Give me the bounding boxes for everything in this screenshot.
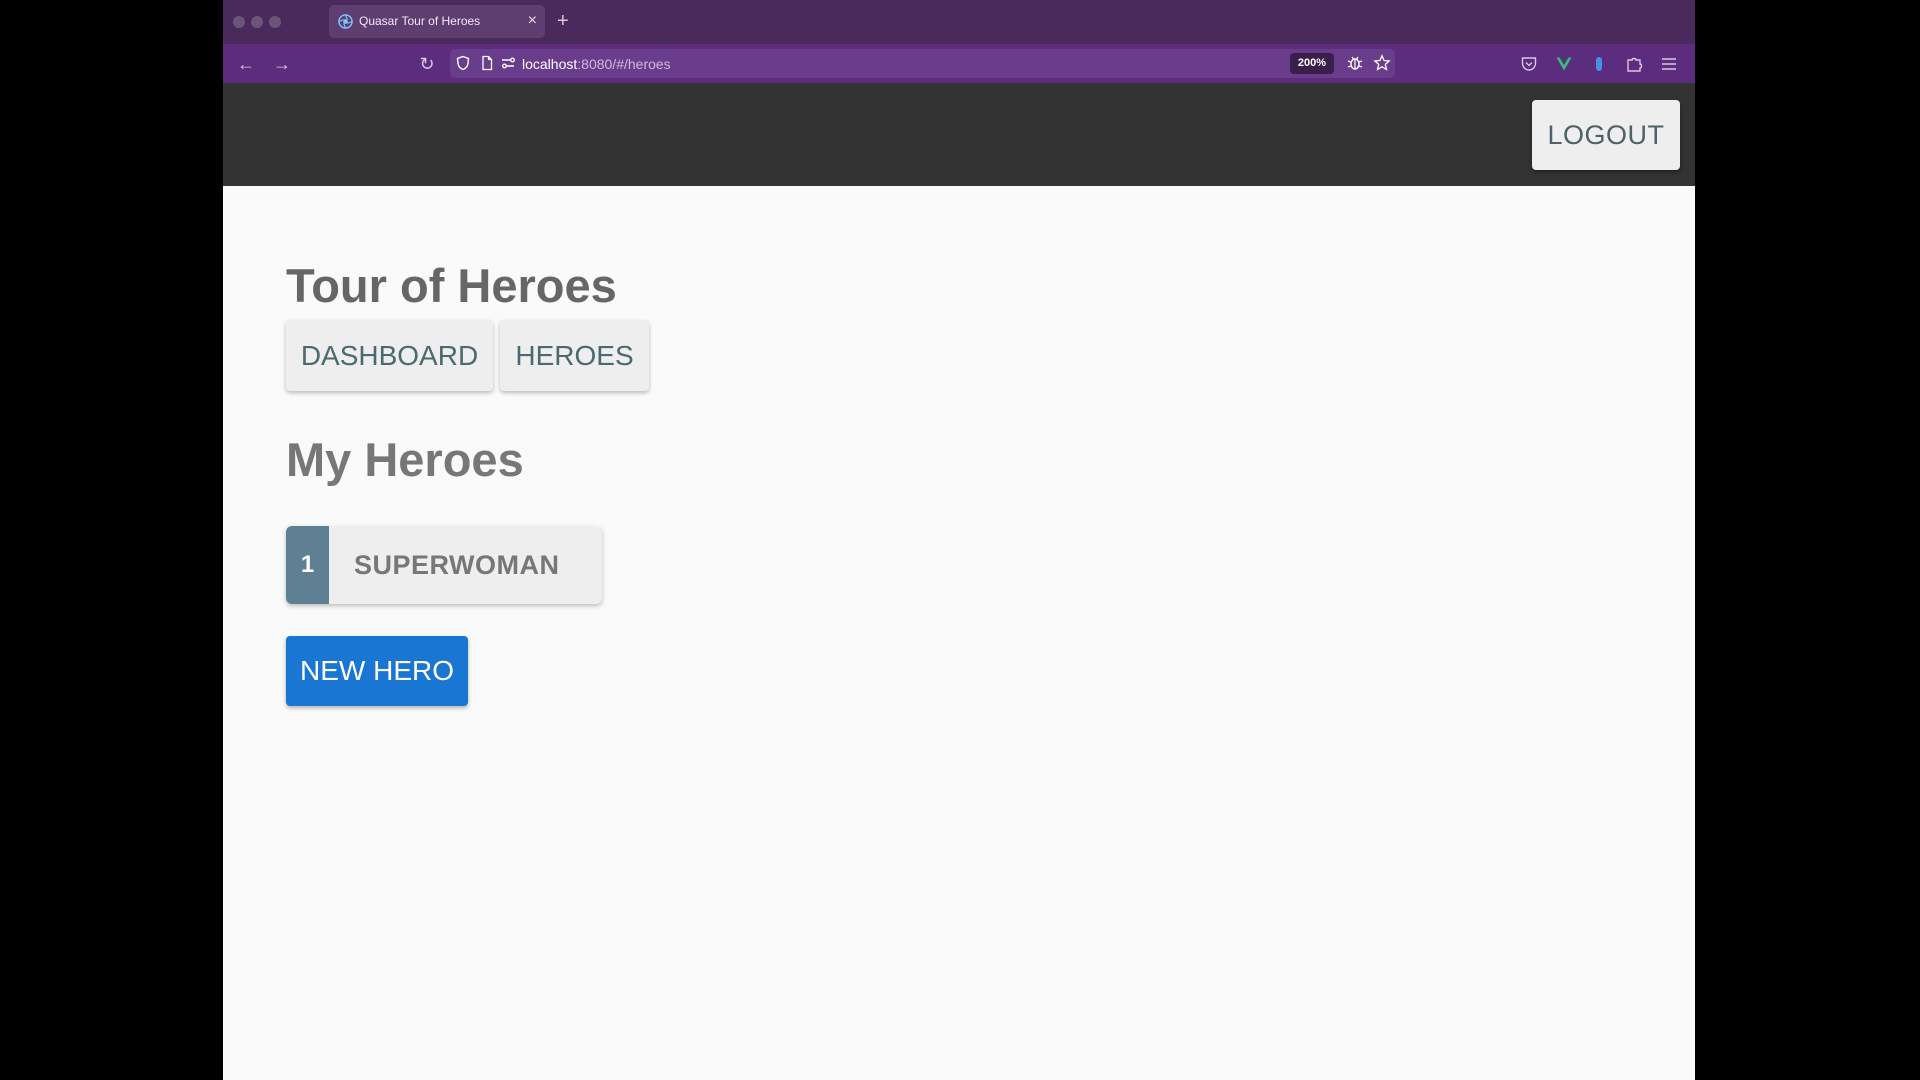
heroes-nav-button[interactable]: HEROES xyxy=(500,320,649,391)
browser-nav-bar: ← → ↻ localhost:8080/#/heroes 200% xyxy=(223,44,1695,83)
hamburger-menu-icon[interactable] xyxy=(1660,55,1678,73)
app-header: LOGOUT xyxy=(223,83,1695,186)
tab-title: Quasar Tour of Heroes xyxy=(359,14,481,28)
hero-id-badge: 1 xyxy=(286,526,329,604)
my-heroes-heading: My Heroes xyxy=(286,433,524,486)
url-host: localhost xyxy=(522,56,578,72)
bookmark-star-icon[interactable] xyxy=(1373,54,1391,72)
extension-bug-icon[interactable] xyxy=(1346,54,1364,72)
page-title: Tour of Heroes xyxy=(286,259,617,312)
page-content: Tour of Heroes DASHBOARD HEROES My Heroe… xyxy=(223,186,1695,1080)
browser-window: Quasar Tour of Heroes × + ← → ↻ localhos… xyxy=(223,0,1695,1080)
close-tab-icon[interactable]: × xyxy=(528,11,537,31)
back-arrow-icon[interactable]: ← xyxy=(234,52,258,76)
new-hero-button[interactable]: NEW HERO xyxy=(286,636,468,706)
hero-name: SUPERWOMAN xyxy=(354,550,560,580)
window-maximize-dot[interactable] xyxy=(269,16,281,28)
hero-list-item[interactable]: 1 SUPERWOMAN xyxy=(286,526,602,604)
url-path: :8080/#/heroes xyxy=(577,56,671,72)
window-close-dot[interactable] xyxy=(233,16,245,28)
pocket-icon[interactable] xyxy=(1520,55,1538,73)
password-manager-icon[interactable] xyxy=(1590,55,1608,73)
permissions-icon[interactable] xyxy=(500,55,516,71)
url-text[interactable]: localhost:8080/#/heroes xyxy=(522,56,671,72)
window-minimize-dot[interactable] xyxy=(251,16,263,28)
page-icon[interactable] xyxy=(479,55,495,71)
url-bar[interactable]: localhost:8080/#/heroes 200% xyxy=(450,49,1395,78)
shield-icon[interactable] xyxy=(455,55,471,71)
extension-puzzle-icon[interactable] xyxy=(1625,55,1643,73)
logout-button[interactable]: LOGOUT xyxy=(1532,100,1680,170)
browser-tab-bar: Quasar Tour of Heroes × + xyxy=(223,0,1695,44)
dashboard-nav-button[interactable]: DASHBOARD xyxy=(286,320,493,391)
new-tab-button[interactable]: + xyxy=(557,9,569,33)
browser-tab-active[interactable]: Quasar Tour of Heroes × xyxy=(329,5,545,38)
zoom-level-badge[interactable]: 200% xyxy=(1290,53,1334,74)
vue-devtools-icon[interactable] xyxy=(1555,55,1573,73)
quasar-logo-icon xyxy=(338,14,353,29)
reload-icon[interactable]: ↻ xyxy=(415,52,439,76)
forward-arrow-icon[interactable]: → xyxy=(270,52,294,76)
